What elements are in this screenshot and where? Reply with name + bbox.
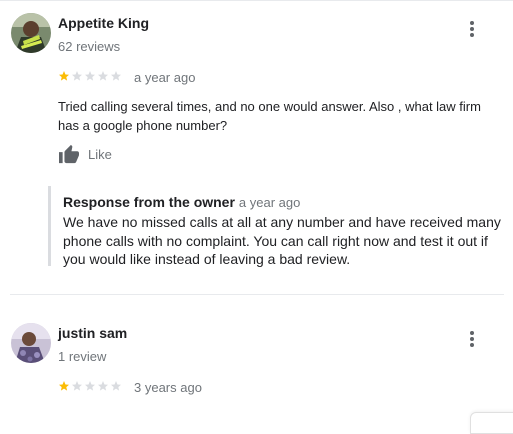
star-icon	[98, 381, 108, 391]
star-icon	[72, 381, 82, 391]
more-vert-icon[interactable]	[460, 327, 484, 351]
star-icon	[72, 71, 82, 81]
owner-response-time: a year ago	[238, 195, 301, 210]
review-text: Tried calling several times, and no one …	[58, 99, 481, 133]
review-time: a year ago	[134, 70, 196, 85]
more-vert-icon[interactable]	[460, 17, 484, 41]
avatar-image	[11, 13, 51, 53]
reviewer-name[interactable]: justin sam	[58, 325, 127, 341]
star-rating	[58, 70, 122, 82]
reviewer-name[interactable]: Appetite King	[58, 15, 149, 31]
star-icon	[111, 71, 121, 81]
owner-response-title: Response from the owner	[63, 194, 235, 210]
like-label: Like	[88, 146, 112, 162]
owner-response: Response from the owner a year ago We hav…	[48, 186, 511, 267]
corner-panel	[470, 412, 513, 434]
star-icon	[85, 71, 95, 81]
star-icon	[85, 381, 95, 391]
star-icon	[59, 71, 69, 81]
owner-response-text: We have no missed calls at all at any nu…	[63, 214, 501, 267]
owner-response-header: Response from the owner a year ago	[63, 194, 300, 212]
reviewer-avatar[interactable]	[11, 323, 51, 363]
reviewer-avatar[interactable]	[11, 13, 51, 53]
star-rating	[58, 380, 122, 392]
thumb-up-icon	[59, 144, 79, 164]
review-time: 3 years ago	[134, 380, 202, 395]
review-divider	[10, 294, 504, 295]
top-divider	[0, 0, 513, 1]
star-icon	[111, 381, 121, 391]
star-icon	[59, 381, 69, 391]
reviewer-review-count[interactable]: 62 reviews	[58, 39, 120, 54]
star-icon	[98, 71, 108, 81]
avatar-image	[11, 323, 51, 363]
reviewer-review-count[interactable]: 1 review	[58, 349, 106, 364]
like-button[interactable]: Like	[58, 144, 112, 164]
